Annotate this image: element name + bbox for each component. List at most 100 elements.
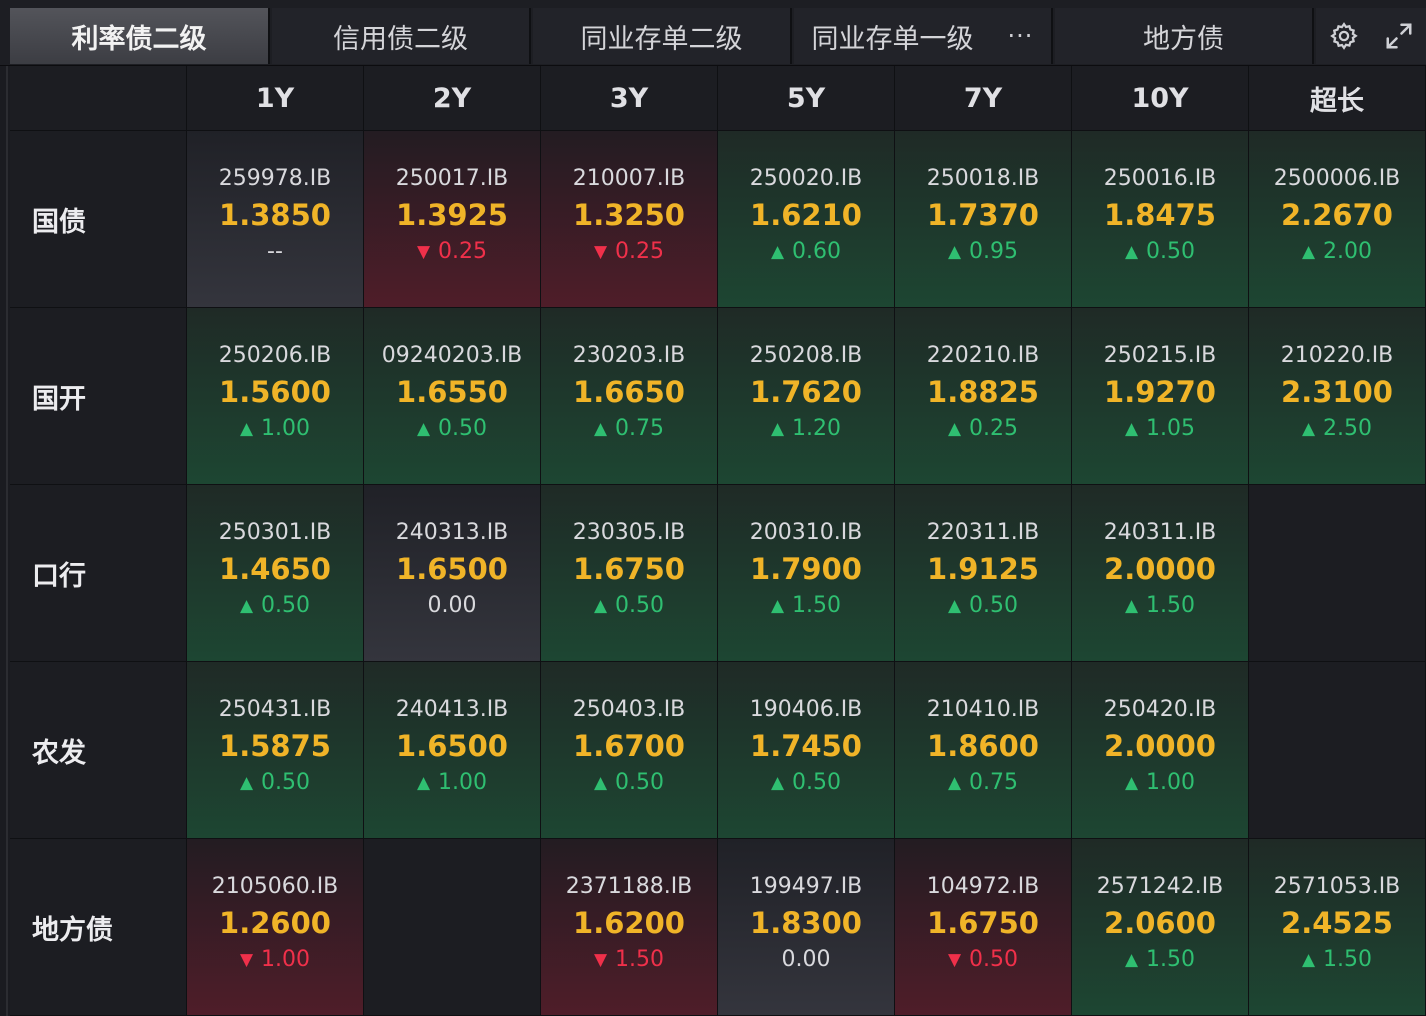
quote-cell[interactable]: 250208.IB 1.7620 ▲ 1.20	[718, 308, 894, 484]
change-text: 1.20	[792, 416, 842, 441]
yield-value: 1.6500	[396, 729, 508, 763]
tab-ncd-secondary[interactable]: 同业存单二级	[533, 8, 792, 64]
quote-cell[interactable]: 250206.IB 1.5600 ▲ 1.00	[187, 308, 363, 484]
quote-cell[interactable]: 210007.IB 1.3250 ▼ 0.25	[541, 131, 717, 307]
change-text: 1.50	[615, 947, 665, 972]
yield-value: 1.8300	[750, 906, 862, 940]
quote-cell[interactable]: 210410.IB 1.8600 ▲ 0.75	[895, 662, 1071, 838]
quote-cell[interactable]: 240413.IB 1.6500 ▲ 1.00	[364, 662, 540, 838]
change-value: ▲ 1.50	[1125, 590, 1195, 622]
yield-value: 1.3250	[573, 198, 685, 232]
bond-code: 2371188.IB	[565, 874, 693, 899]
change-value: ▼ 1.00	[240, 944, 310, 976]
quote-cell[interactable]: 2500006.IB 2.2670 ▲ 2.00	[1249, 131, 1425, 307]
expand-icon[interactable]	[1384, 21, 1414, 51]
change-text: 2.50	[1323, 416, 1373, 441]
tenor-header: 3Y	[541, 66, 717, 130]
quote-cell[interactable]: 259978.IB 1.3850 --	[187, 131, 363, 307]
bond-code: 210410.IB	[926, 697, 1040, 722]
quote-cell[interactable]: 199497.IB 1.8300 0.00	[718, 839, 894, 1015]
quote-cell[interactable]: 240313.IB 1.6500 0.00	[364, 485, 540, 661]
arrow-up-icon: ▲	[947, 242, 962, 262]
quote-cell[interactable]: 2571242.IB 2.0600 ▲ 1.50	[1072, 839, 1248, 1015]
arrow-up-icon: ▲	[947, 596, 962, 616]
change-value: ▲ 0.50	[594, 590, 664, 622]
tab-label: 地方债	[1143, 23, 1224, 55]
change-value: ▲ 0.50	[240, 767, 310, 799]
bond-code: 250420.IB	[1103, 697, 1217, 722]
quote-cell[interactable]: 250016.IB 1.8475 ▲ 0.50	[1072, 131, 1248, 307]
quote-cell[interactable]: 2571053.IB 2.4525 ▲ 1.50	[1249, 839, 1425, 1015]
quote-cell[interactable]: 200310.IB 1.7900 ▲ 1.50	[718, 485, 894, 661]
arrow-down-icon: ▼	[593, 950, 608, 970]
yield-value: 2.0600	[1104, 906, 1216, 940]
quote-cell[interactable]: 09240203.IB 1.6550 ▲ 0.50	[364, 308, 540, 484]
yield-value: 1.5875	[219, 729, 331, 763]
change-value: ▲ 1.05	[1125, 413, 1195, 445]
yield-value: 2.3100	[1281, 375, 1393, 409]
arrow-up-icon: ▲	[770, 773, 785, 793]
bond-code: 250403.IB	[572, 697, 686, 722]
quote-cell[interactable]: 250431.IB 1.5875 ▲ 0.50	[187, 662, 363, 838]
change-value: ▲ 0.50	[417, 413, 487, 445]
quote-cell[interactable]: 250017.IB 1.3925 ▼ 0.25	[364, 131, 540, 307]
quote-cell[interactable]: 230203.IB 1.6650 ▲ 0.75	[541, 308, 717, 484]
change-text: 0.75	[615, 416, 665, 441]
yield-value: 1.6200	[573, 906, 685, 940]
change-value: ▲ 0.50	[240, 590, 310, 622]
change-value: ▼ 0.25	[594, 236, 664, 268]
change-text: 0.50	[261, 593, 311, 618]
tab-rates-secondary[interactable]: 利率债二级	[10, 8, 270, 64]
row-header: 口行	[10, 485, 186, 661]
bond-code: 220210.IB	[926, 343, 1040, 368]
change-value: --	[267, 236, 283, 268]
tenor-header: 10Y	[1072, 66, 1248, 130]
yield-value: 1.9270	[1104, 375, 1216, 409]
tab-ncd-primary[interactable]: 同业存单一级 ···	[794, 8, 1053, 64]
quote-cell[interactable]: 240311.IB 2.0000 ▲ 1.50	[1072, 485, 1248, 661]
bond-code: 250301.IB	[218, 520, 332, 545]
yield-value: 2.2670	[1281, 198, 1393, 232]
change-value: ▲ 0.75	[594, 413, 664, 445]
quote-cell[interactable]: 230305.IB 1.6750 ▲ 0.50	[541, 485, 717, 661]
change-value: ▼ 0.25	[417, 236, 487, 268]
quote-cell[interactable]: 2371188.IB 1.6200 ▼ 1.50	[541, 839, 717, 1015]
row-header: 地方债	[10, 839, 186, 1015]
quote-cell[interactable]: 250020.IB 1.6210 ▲ 0.60	[718, 131, 894, 307]
tenor-header: 5Y	[718, 66, 894, 130]
quote-cell[interactable]: 220210.IB 1.8825 ▲ 0.25	[895, 308, 1071, 484]
tab-credit-secondary[interactable]: 信用债二级	[272, 8, 531, 64]
quote-cell[interactable]: 220311.IB 1.9125 ▲ 0.50	[895, 485, 1071, 661]
bond-code: 2571053.IB	[1273, 874, 1401, 899]
tenor-header: 超长	[1249, 66, 1425, 130]
gear-icon[interactable]	[1329, 21, 1359, 51]
tab-label: 同业存单二级	[580, 23, 743, 55]
quote-cell[interactable]: 190406.IB 1.7450 ▲ 0.50	[718, 662, 894, 838]
quote-cell[interactable]: 2105060.IB 1.2600 ▼ 1.00	[187, 839, 363, 1015]
yield-value: 1.6700	[573, 729, 685, 763]
quote-cell[interactable]: 250403.IB 1.6700 ▲ 0.50	[541, 662, 717, 838]
tab-local-gov[interactable]: 地方债	[1055, 8, 1314, 64]
quote-cell[interactable]: 250215.IB 1.9270 ▲ 1.05	[1072, 308, 1248, 484]
tenor-header: 1Y	[187, 66, 363, 130]
row-header: 国开	[10, 308, 186, 484]
quote-cell[interactable]: 250301.IB 1.4650 ▲ 0.50	[187, 485, 363, 661]
arrow-up-icon: ▲	[1301, 419, 1316, 439]
yield-value: 1.7450	[750, 729, 862, 763]
change-value: 0.00	[428, 590, 477, 622]
quote-cell[interactable]: 250420.IB 2.0000 ▲ 1.00	[1072, 662, 1248, 838]
quote-cell[interactable]: 210220.IB 2.3100 ▲ 2.50	[1249, 308, 1425, 484]
bond-code: 199497.IB	[749, 874, 863, 899]
quote-cell[interactable]: 250018.IB 1.7370 ▲ 0.95	[895, 131, 1071, 307]
quote-cell[interactable]: 104972.IB 1.6750 ▼ 0.50	[895, 839, 1071, 1015]
tab-label: 利率债二级	[71, 23, 207, 55]
change-value: ▲ 0.50	[771, 767, 841, 799]
bond-code: 2571242.IB	[1096, 874, 1224, 899]
arrow-up-icon: ▲	[1124, 950, 1139, 970]
arrow-down-icon: ▼	[593, 242, 608, 262]
more-icon[interactable]: ···	[1008, 22, 1034, 50]
row-header: 国债	[10, 131, 186, 307]
empty-quote-cell	[1249, 662, 1425, 838]
change-value: ▲ 2.50	[1302, 413, 1372, 445]
arrow-up-icon: ▲	[1301, 950, 1316, 970]
